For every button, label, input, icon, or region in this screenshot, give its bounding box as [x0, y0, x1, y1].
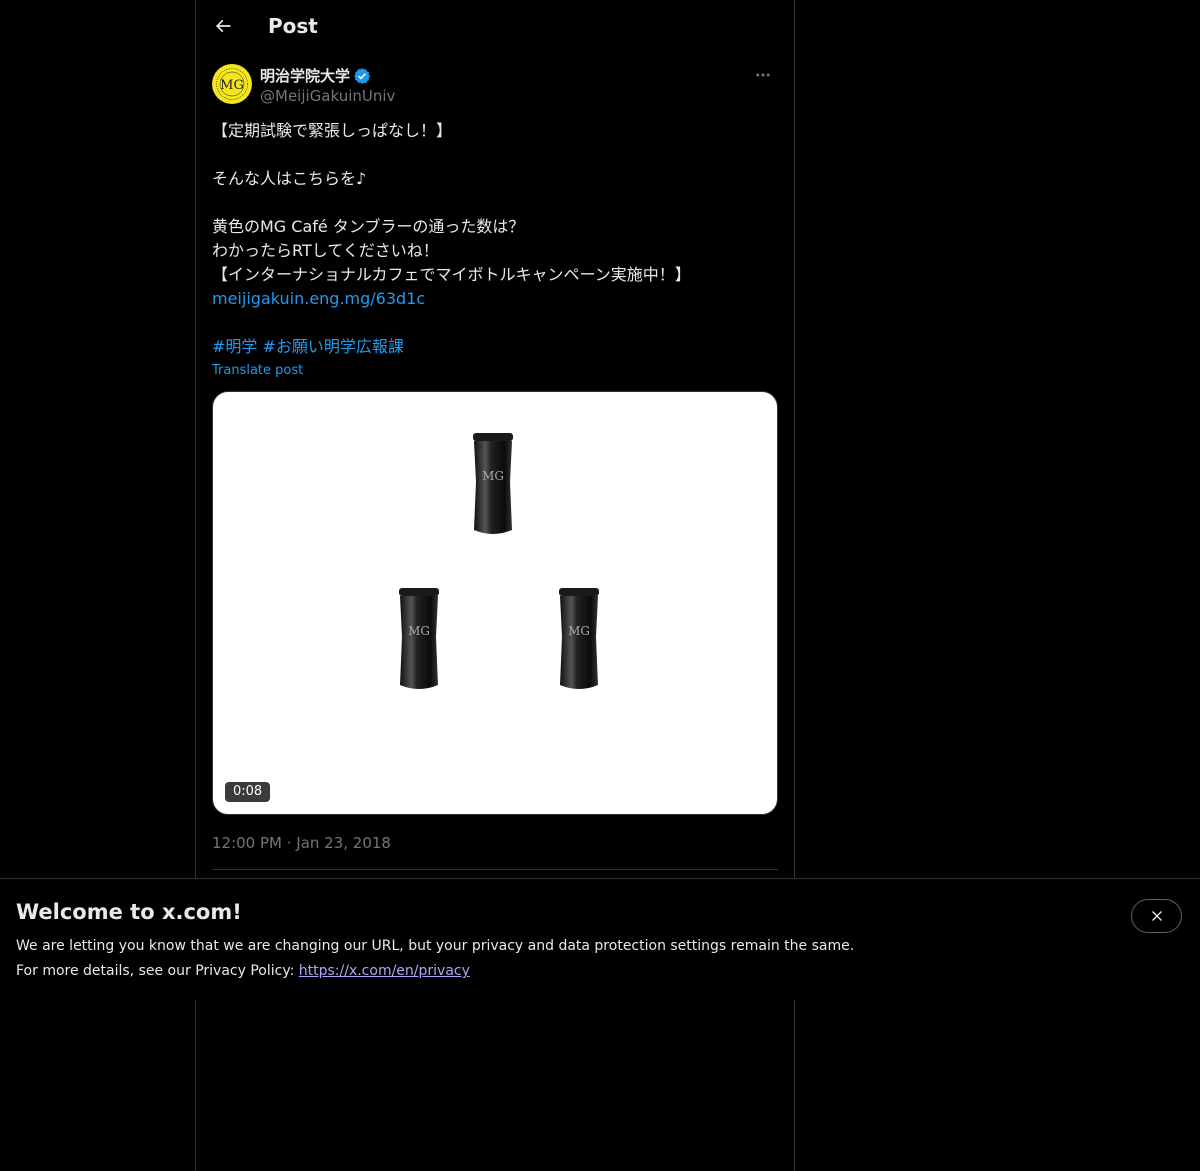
close-icon — [1151, 911, 1162, 921]
avatar[interactable]: MG — [212, 64, 252, 104]
post-header: Post — [196, 0, 794, 53]
post-timestamp[interactable]: 12:00 PM · Jan 23, 2018 — [212, 832, 391, 854]
video-duration-badge: 0:08 — [225, 782, 271, 802]
divider — [212, 869, 778, 870]
avatar-initials: MG — [220, 78, 244, 93]
video-player[interactable]: MG MG MG 0:08 — [212, 391, 778, 815]
page-title: Post — [268, 14, 318, 38]
back-button[interactable] — [206, 9, 240, 43]
banner-body: We are letting you know that we are chan… — [16, 934, 854, 984]
more-options-button[interactable] — [748, 64, 778, 86]
svg-text:MG: MG — [568, 624, 590, 638]
post-text-line: そんな人はこちらを♪ — [212, 169, 367, 188]
post-text-line: 【インターナショナルカフェでマイボトルキャンペーン実施中！】 — [212, 265, 691, 284]
post-hashtags[interactable]: #明学 #お願い明学広報課 — [212, 337, 404, 356]
author-name-row[interactable]: 明治学院大学 — [260, 66, 371, 86]
banner-title: Welcome to x.com! — [16, 900, 242, 924]
author-handle[interactable]: @MeijiGakuinUniv — [260, 86, 395, 106]
post-text-line: 【定期試験で緊張しっぱなし！】 — [212, 121, 453, 140]
more-horizontal-icon — [756, 73, 770, 77]
tumbler-image: MG — [559, 588, 599, 689]
post-text: 【定期試験で緊張しっぱなし！】 そんな人はこちらを♪ 黄色のMG Café タン… — [212, 119, 778, 359]
svg-text:MG: MG — [408, 624, 430, 638]
post-text-line: わかったらRTしてくださいね！ — [212, 241, 439, 260]
banner-line: We are letting you know that we are chan… — [16, 938, 855, 954]
privacy-policy-link[interactable]: https://x.com/en/privacy — [299, 963, 470, 979]
author-display-name[interactable]: 明治学院大学 — [260, 66, 350, 86]
post-link[interactable]: meijigakuin.eng.mg/63d1c — [212, 289, 425, 308]
verified-badge-icon — [354, 68, 371, 84]
banner-line-prefix: For more details, see our Privacy Policy… — [16, 963, 299, 979]
welcome-banner: Welcome to x.com! We are letting you kno… — [0, 878, 1200, 1000]
tumbler-image: MG — [399, 588, 439, 689]
svg-text:MG: MG — [482, 469, 504, 483]
post-text-blank — [212, 311, 778, 335]
tumbler-image: MG — [473, 433, 513, 534]
translate-post-link[interactable]: Translate post — [212, 361, 303, 381]
arrow-left-icon — [215, 19, 231, 33]
close-banner-button[interactable] — [1131, 899, 1182, 933]
post-text-line — [212, 143, 778, 167]
post-text-line — [212, 191, 778, 215]
post-author: MG 明治学院大学 @MeijiGakuinUniv — [212, 64, 778, 108]
university-logo: MG — [212, 64, 252, 104]
post-text-line: 黄色のMG Café タンブラーの通った数は？ — [212, 217, 525, 236]
